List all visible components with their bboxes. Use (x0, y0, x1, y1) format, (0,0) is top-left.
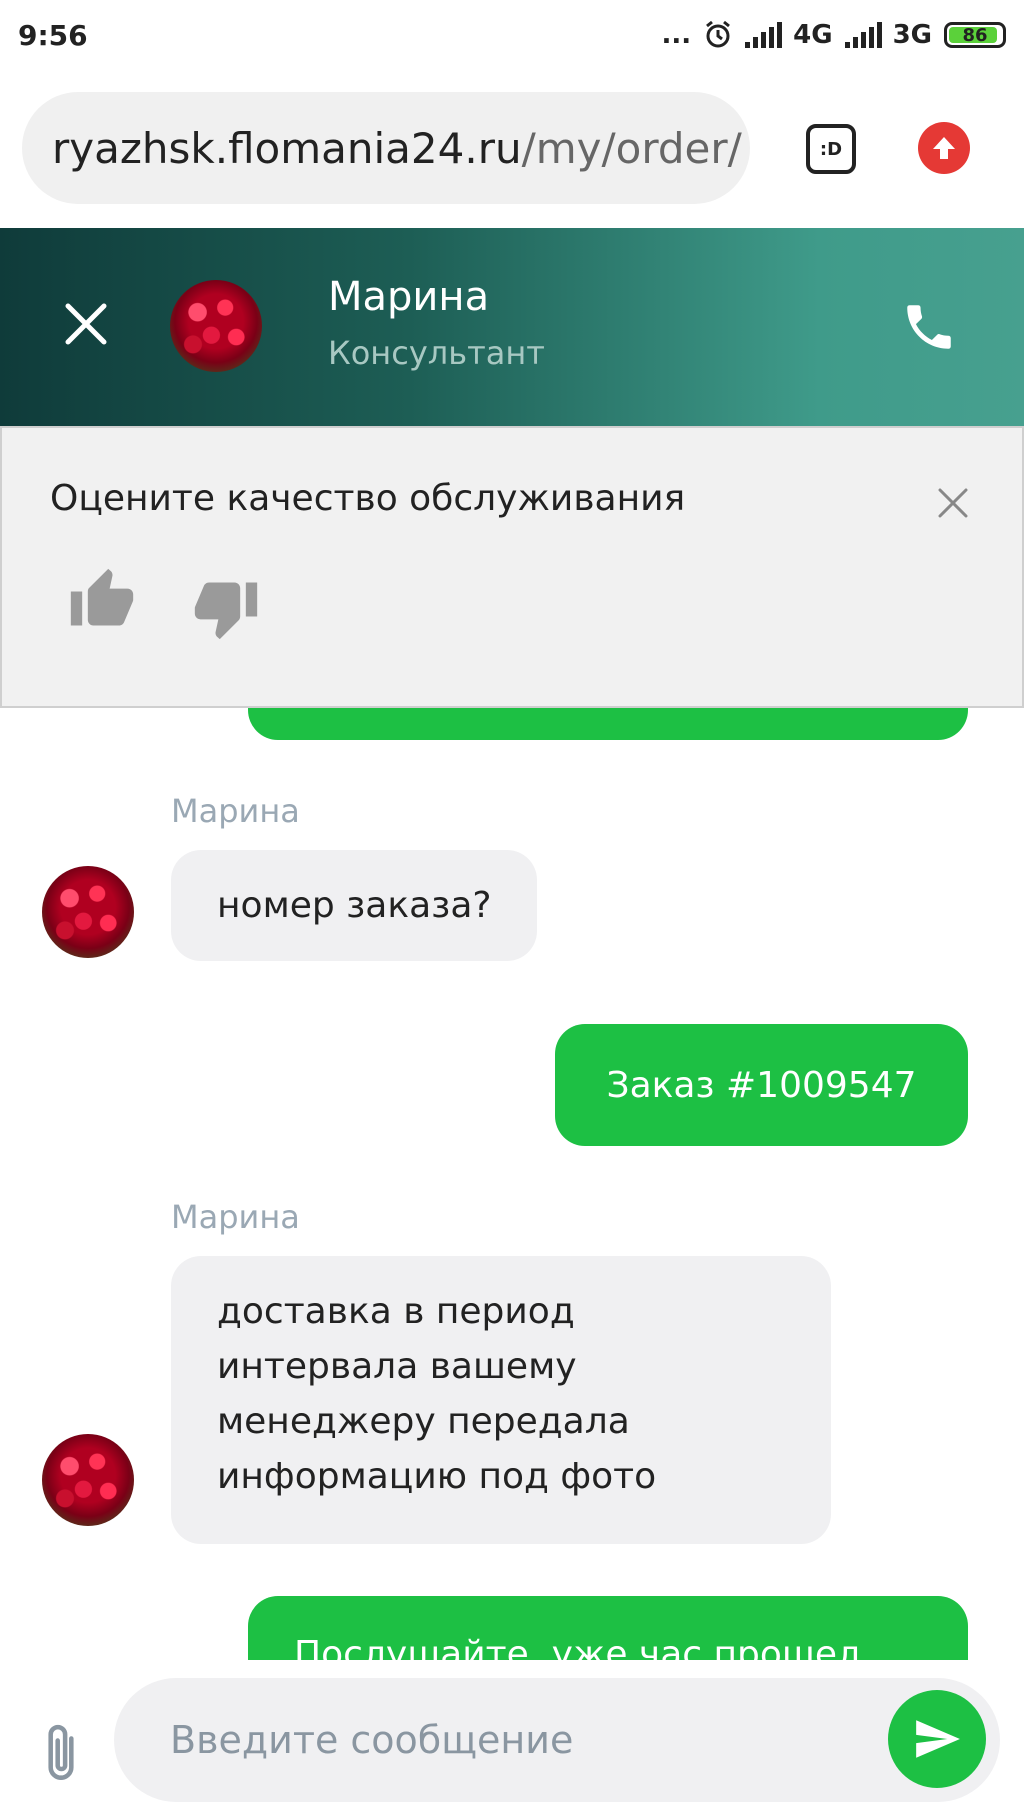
incoming-message: номер заказа? (171, 850, 538, 961)
upload-icon (933, 137, 955, 159)
network-type-2: 3G (892, 20, 932, 50)
status-time: 9:56 (18, 18, 88, 52)
battery-icon: 86 (944, 22, 1006, 48)
incoming-message-line: доставка в период (217, 1291, 575, 1332)
thumbs-down-icon[interactable] (192, 574, 260, 642)
outgoing-message (248, 708, 968, 740)
incoming-message-text: номер заказа? (217, 885, 492, 926)
url-path: /my/order/ (521, 123, 742, 173)
paperclip-icon[interactable] (36, 1722, 86, 1788)
status-icons: ... 4G 3G 86 (661, 20, 1006, 50)
close-icon[interactable] (936, 486, 970, 520)
alarm-icon (706, 20, 731, 48)
message-composer: Введите сообщение (0, 1660, 1024, 1820)
message-list[interactable]: Марина номер заказа? Заказ #1009547 Мари… (0, 708, 1024, 1660)
sender-avatar (42, 866, 134, 958)
signal-icon (745, 22, 783, 48)
message-input[interactable]: Введите сообщение (114, 1678, 1000, 1802)
message-input-placeholder: Введите сообщение (170, 1718, 574, 1762)
outgoing-message-text: Заказ #1009547 (606, 1064, 917, 1106)
rating-panel: Оцените качество обслуживания (0, 426, 1024, 708)
phone-icon[interactable] (900, 298, 958, 356)
incoming-message-line: интервала вашему (217, 1346, 577, 1387)
send-icon (916, 1720, 960, 1758)
outgoing-message: Послушайте, уже час прошел (248, 1596, 968, 1660)
consultant-name: Марина (328, 274, 490, 320)
network-type-1: 4G (793, 20, 833, 50)
chat-header: Марина Консультант (0, 228, 1024, 426)
battery-level: 86 (962, 24, 988, 46)
consultant-avatar (170, 280, 262, 372)
rating-title: Оцените качество обслуживания (50, 478, 686, 519)
message-sender: Марина (171, 1198, 300, 1236)
close-icon[interactable] (62, 300, 110, 348)
url-bar[interactable]: ryazhsk.flomania24.ru/my/order/ (22, 92, 750, 204)
outgoing-message: Заказ #1009547 (555, 1024, 968, 1146)
signal-icon-2 (844, 22, 882, 48)
more-dots: ... (661, 20, 692, 50)
sender-avatar (42, 1434, 134, 1526)
incoming-message: доставка в период интервала вашему менед… (171, 1256, 831, 1544)
incoming-message-line: информацию под фото (217, 1456, 657, 1497)
send-button[interactable] (888, 1690, 986, 1788)
consultant-role: Консультант (328, 334, 545, 372)
url-host: ryazhsk.flomania24.ru (52, 123, 522, 173)
reader-label: :D (819, 138, 843, 160)
outgoing-message-text: Послушайте, уже час прошел (294, 1634, 861, 1660)
thumbs-up-icon[interactable] (68, 566, 136, 634)
reader-mode-button[interactable]: :D (806, 124, 856, 174)
status-bar: 9:56 ... 4G 3G 86 (0, 0, 1024, 70)
browser-toolbar: ryazhsk.flomania24.ru/my/order/ :D (0, 70, 1024, 228)
message-sender: Марина (171, 792, 300, 830)
upload-button[interactable] (918, 122, 970, 174)
incoming-message-line: менеджеру передала (217, 1401, 630, 1442)
